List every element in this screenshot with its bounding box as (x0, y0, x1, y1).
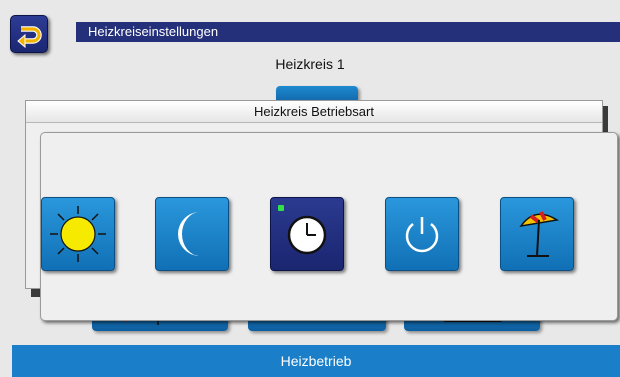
back-button[interactable] (10, 15, 48, 53)
mode-button-clock[interactable] (270, 197, 344, 271)
screen: Heizkreiseinstellungen Heizkreis 1 Heizk… (0, 0, 620, 377)
power-icon (405, 217, 439, 253)
header-title: Heizkreiseinstellungen (76, 22, 620, 42)
footer-heizbetrieb-button[interactable]: Heizbetrieb (12, 345, 620, 377)
mode-button-holiday[interactable] (500, 197, 574, 271)
dialog-title: Heizkreis Betriebsart (26, 101, 602, 123)
mode-button-off[interactable] (385, 197, 459, 271)
beach-umbrella-icon (519, 211, 560, 257)
moon-icon (178, 212, 200, 256)
sun-icon (50, 206, 106, 262)
clock-icon (287, 215, 327, 255)
back-arrow-icon (17, 26, 42, 48)
mode-button-moon[interactable] (155, 197, 229, 271)
page-subtitle: Heizkreis 1 (275, 56, 345, 72)
mode-button-sun[interactable] (41, 197, 115, 271)
